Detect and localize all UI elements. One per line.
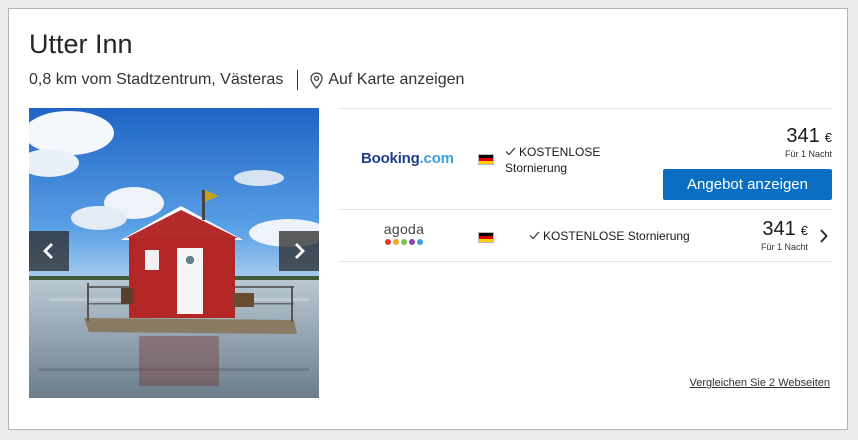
divider (297, 70, 299, 90)
hotel-photo[interactable] (29, 108, 319, 398)
check-icon (529, 231, 540, 240)
price-value: 341 (762, 218, 796, 240)
view-offer-button[interactable]: Angebot anzeigen (663, 169, 832, 200)
hotel-name[interactable]: Utter Inn (29, 29, 133, 60)
offer-row-agoda[interactable]: agoda KOSTENLOSE Stornierung 341 € Für 1 … (339, 209, 832, 262)
photo-prev-button[interactable] (29, 231, 69, 271)
hotel-image (29, 108, 319, 398)
price-block: 341 € Für 1 Nacht (761, 218, 808, 252)
booking-logo-domain: .com (419, 150, 454, 167)
free-cancellation-text: KOSTENLOSE Stornierung (529, 229, 690, 243)
currency: € (800, 223, 808, 238)
photo-next-button[interactable] (279, 231, 319, 271)
compare-websites-link[interactable]: Vergleichen Sie 2 Webseiten (690, 377, 830, 389)
chevron-right-icon[interactable] (819, 229, 828, 243)
hotel-location-line: 0,8 km vom Stadtzentrum, Västeras Auf Ka… (29, 70, 464, 90)
chevron-right-icon (295, 243, 305, 259)
offer-row-booking[interactable]: Booking.com KOSTENLOSE Stornierung 341 € … (339, 108, 832, 209)
hotel-card: Utter Inn 0,8 km vom Stadtzentrum, Väste… (8, 8, 848, 430)
agoda-logo-name: agoda (383, 221, 425, 237)
check-icon (505, 147, 516, 156)
price-block: 341 € Für 1 Nacht (785, 125, 832, 159)
map-link-label: Auf Karte anzeigen (328, 71, 465, 88)
price-value: 341 (786, 125, 820, 147)
free-cancellation-text: KOSTENLOSE Stornierung (505, 144, 615, 176)
hotel-distance: 0,8 km vom Stadtzentrum, Västeras (29, 71, 284, 88)
chevron-left-icon (43, 243, 53, 259)
cancellation-label: KOSTENLOSE Stornierung (543, 229, 690, 243)
price: 341 € (761, 218, 808, 241)
price-note: Für 1 Nacht (760, 242, 808, 252)
price-note: Für 1 Nacht (784, 149, 832, 159)
de-flag-icon (478, 232, 494, 243)
map-link[interactable]: Auf Karte anzeigen (310, 71, 464, 89)
map-pin-icon (310, 71, 323, 89)
de-flag-icon (478, 154, 494, 165)
price: 341 € (785, 125, 832, 148)
currency: € (824, 130, 832, 145)
offers-list: Booking.com KOSTENLOSE Stornierung 341 € … (339, 108, 832, 262)
agoda-logo: agoda (379, 222, 429, 245)
agoda-logo-dots (379, 239, 429, 245)
cancellation-label: KOSTENLOSE Stornierung (505, 145, 601, 175)
booking-logo-name: Booking (361, 150, 420, 167)
booking-logo: Booking.com (361, 150, 454, 167)
